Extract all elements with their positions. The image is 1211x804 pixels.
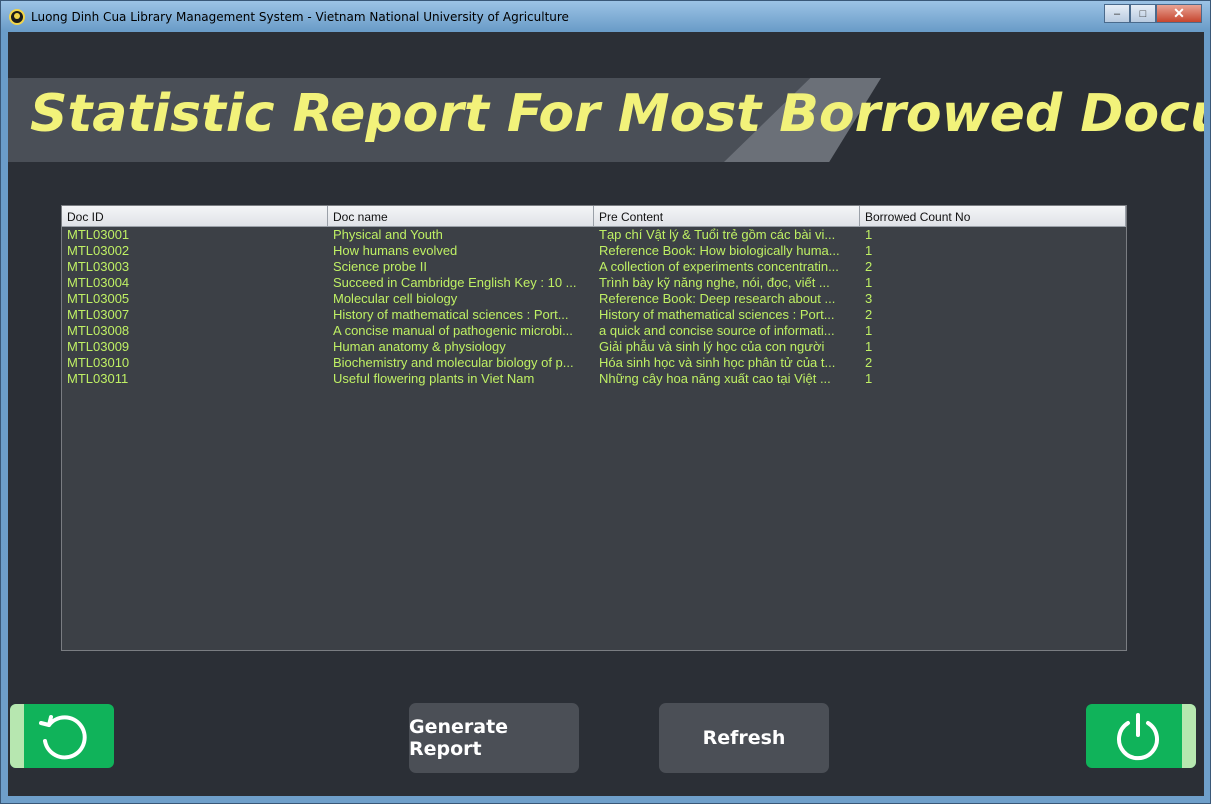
table-row[interactable]: MTL03002 How humans evolved Reference Book… <box>62 243 1126 259</box>
cell-pre-content: a quick and concise source of informati.… <box>599 323 835 338</box>
table-header: Doc ID Doc name Pre Content Borrowed Cou… <box>62 206 1126 227</box>
undo-icon <box>39 715 87 760</box>
column-header-pre-content[interactable]: Pre Content <box>594 206 860 227</box>
cell-doc-name: How humans evolved <box>333 243 458 258</box>
table-row[interactable]: MTL03009 Human anatomy & physiology Giải p… <box>62 339 1126 355</box>
maximize-button[interactable]: □ <box>1130 4 1156 23</box>
cell-pre-content: Trình bày kỹ năng nghe, nói, đọc, viết .… <box>599 275 830 290</box>
app-icon <box>9 9 25 25</box>
refresh-button[interactable]: Refresh <box>659 703 829 773</box>
table-row[interactable]: MTL03001 Physical and Youth Tạp chí Vật lý… <box>62 227 1126 243</box>
minimize-button[interactable]: – <box>1104 4 1130 23</box>
table-row[interactable]: MTL03010 Biochemistry and molecular biolo… <box>62 355 1126 371</box>
cell-pre-content: Những cây hoa năng xuất cao tại Việt ... <box>599 371 831 386</box>
cell-borrowed-count: 1 <box>865 227 873 242</box>
cell-doc-id: MTL03007 <box>67 307 130 322</box>
cell-pre-content: Hóa sinh học và sinh học phân tử của t..… <box>599 355 836 370</box>
cell-pre-content: Reference Book: Deep research about ... <box>599 291 836 306</box>
cell-borrowed-count: 1 <box>865 339 873 354</box>
window-controls: – □ ✕ <box>1104 4 1202 23</box>
cell-doc-id: MTL03004 <box>67 275 130 290</box>
cell-pre-content: Tạp chí Vật lý & Tuổi trẻ gồm các bài vi… <box>599 227 836 242</box>
cell-borrowed-count: 2 <box>865 307 873 322</box>
table-row[interactable]: MTL03005 Molecular cell biology Reference … <box>62 291 1126 307</box>
report-table[interactable]: Doc ID Doc name Pre Content Borrowed Cou… <box>61 205 1127 651</box>
cell-doc-name: Physical and Youth <box>333 227 443 242</box>
cell-doc-name: Science probe II <box>333 259 427 274</box>
cell-borrowed-count: 1 <box>865 323 873 338</box>
cell-doc-name: A concise manual of pathogenic microbi..… <box>333 323 573 338</box>
table-row[interactable]: MTL03011 Useful flowering plants in Viet … <box>62 371 1126 387</box>
cell-doc-id: MTL03011 <box>67 371 129 386</box>
cell-doc-id: MTL03005 <box>67 291 130 306</box>
cell-doc-id: MTL03001 <box>67 227 130 242</box>
column-header-borrowed-count[interactable]: Borrowed Count No <box>860 206 1126 227</box>
cell-borrowed-count: 2 <box>865 355 873 370</box>
cell-doc-name: Useful flowering plants in Viet Nam <box>333 371 535 386</box>
cell-doc-id: MTL03003 <box>67 259 130 274</box>
column-header-doc-id[interactable]: Doc ID <box>62 206 328 227</box>
cell-borrowed-count: 1 <box>865 243 873 258</box>
column-header-doc-name[interactable]: Doc name <box>328 206 594 227</box>
window-title: Luong Dinh Cua Library Management System… <box>31 10 569 24</box>
content-area: Statistic Report For Most Borrowed Docum… <box>8 32 1204 796</box>
cell-doc-name: Biochemistry and molecular biology of p.… <box>333 355 574 370</box>
cell-doc-name: History of mathematical sciences : Port.… <box>333 307 569 322</box>
cell-doc-id: MTL03010 <box>67 355 130 370</box>
cell-doc-name: Human anatomy & physiology <box>333 339 506 354</box>
generate-report-button[interactable]: Generate Report <box>409 703 579 773</box>
back-button[interactable] <box>10 704 114 768</box>
close-button[interactable]: ✕ <box>1156 4 1202 23</box>
cell-pre-content: Reference Book: How biologically huma... <box>599 243 840 258</box>
exit-button[interactable] <box>1086 704 1196 768</box>
cell-pre-content: History of mathematical sciences : Port.… <box>599 307 835 322</box>
power-icon <box>1117 713 1159 761</box>
cell-doc-id: MTL03002 <box>67 243 130 258</box>
cell-borrowed-count: 3 <box>865 291 873 306</box>
cell-borrowed-count: 1 <box>865 275 873 290</box>
table-body: MTL03001 Physical and Youth Tạp chí Vật lý… <box>62 227 1126 387</box>
table-row[interactable]: MTL03003 Science probe II A collection of … <box>62 259 1126 275</box>
app-window: Luong Dinh Cua Library Management System… <box>0 0 1211 804</box>
cell-doc-id: MTL03008 <box>67 323 130 338</box>
table-row[interactable]: MTL03007 History of mathematical sciences… <box>62 307 1126 323</box>
table-row[interactable]: MTL03008 A concise manual of pathogenic m… <box>62 323 1126 339</box>
back-button-edge <box>10 704 24 768</box>
cell-borrowed-count: 2 <box>865 259 873 274</box>
page-title: Statistic Report For Most Borrowed Docum… <box>30 84 1204 144</box>
cell-doc-name: Succeed in Cambridge English Key : 10 ..… <box>333 275 577 290</box>
title-bar[interactable]: Luong Dinh Cua Library Management System… <box>1 1 1210 32</box>
table-row[interactable]: MTL03004 Succeed in Cambridge English Key… <box>62 275 1126 291</box>
cell-pre-content: Giải phẫu và sinh lý học của con người <box>599 339 825 354</box>
cell-doc-name: Molecular cell biology <box>333 291 458 306</box>
cell-pre-content: A collection of experiments concentratin… <box>599 259 839 274</box>
cell-doc-id: MTL03009 <box>67 339 130 354</box>
cell-borrowed-count: 1 <box>865 371 873 386</box>
exit-button-edge <box>1182 704 1196 768</box>
